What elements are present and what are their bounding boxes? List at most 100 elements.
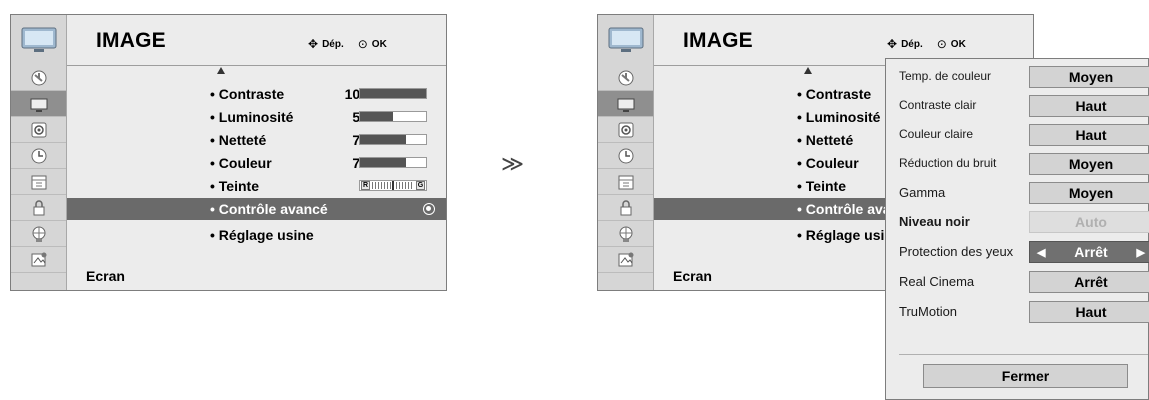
menu-item-sharpness[interactable]: • Netteté 70 [67, 129, 446, 151]
item-label: • Contrôle avancé [210, 201, 328, 217]
sidebar-item-satellite[interactable] [11, 65, 66, 91]
sidebar-item-audio[interactable] [598, 117, 653, 143]
menu-item-color[interactable]: • Couleur 70 [67, 152, 446, 174]
item-label: • Réglage usine [210, 227, 314, 243]
level-fill [360, 135, 407, 144]
tint-slider: R G [359, 180, 427, 191]
close-button[interactable]: Fermer [923, 364, 1128, 388]
item-label: • Réglage usir [797, 227, 890, 243]
setting-eye-care[interactable]: Protection des yeux ◀ Arrêt ▶ [886, 236, 1149, 266]
sidebar-item-lock[interactable] [598, 195, 653, 221]
item-label: • Netteté [210, 132, 267, 148]
arrow-left-icon[interactable]: ◀ [1037, 246, 1045, 259]
menu-item-tint[interactable]: • Teinte 0 R G [67, 175, 446, 197]
globe-icon [619, 226, 632, 242]
menu-item-brightness[interactable]: • Luminosité 50 [67, 106, 446, 128]
tv-icon [30, 98, 47, 112]
menu-item-contrast[interactable]: • Contraste 100 [67, 83, 446, 105]
setting-value[interactable]: Arrêt [1029, 271, 1149, 293]
arrow-right-icon[interactable]: ▶ [1137, 246, 1145, 259]
item-label: • Teinte [210, 178, 259, 194]
setting-trumotion[interactable]: TruMotion Haut [886, 296, 1149, 326]
item-label: • Contraste [210, 86, 285, 102]
tint-center-marker [392, 181, 394, 190]
setting-dynamic-contrast[interactable]: Contraste clair Haut [886, 90, 1149, 120]
setting-value: Auto [1029, 211, 1149, 233]
title-divider [67, 65, 446, 66]
menu-title: IMAGE [96, 29, 166, 52]
color-level-bar [359, 157, 427, 168]
satellite-icon [31, 70, 46, 85]
sidebar-item-media[interactable] [598, 247, 653, 273]
sidebar-item-option[interactable] [598, 221, 653, 247]
sidebar-item-lock[interactable] [11, 195, 66, 221]
setting-value[interactable]: Moyen [1029, 153, 1149, 175]
level-fill [360, 89, 426, 98]
menu-item-factory-reset[interactable]: • Réglage usine [67, 224, 446, 246]
setting-dynamic-color[interactable]: Couleur claire Haut [886, 119, 1149, 149]
setting-value[interactable]: Moyen [1029, 66, 1149, 88]
setting-label: TruMotion [899, 304, 958, 319]
setting-real-cinema[interactable]: Real Cinema Arrêt [886, 266, 1149, 296]
setting-label: Contraste clair [899, 98, 977, 112]
setting-color-temperature[interactable]: Temp. de couleur Moyen [886, 61, 1149, 91]
sidebar-item-satellite[interactable] [598, 65, 653, 91]
selected-radio-icon [423, 203, 435, 215]
speaker-icon [618, 122, 633, 137]
globe-icon [32, 226, 45, 242]
setting-label: Protection des yeux [899, 244, 1014, 259]
level-fill [360, 158, 407, 167]
sidebar-item-audio[interactable] [11, 117, 66, 143]
sidebar-item-schedule[interactable] [598, 169, 653, 195]
sidebar-item-media[interactable] [11, 247, 66, 273]
ok-button-icon: ⊙ [357, 37, 368, 51]
sidebar-item-time[interactable] [598, 143, 653, 169]
sidebar-item-schedule[interactable] [11, 169, 66, 195]
setting-value[interactable]: Haut [1029, 124, 1149, 146]
item-label: • Luminosité [210, 109, 294, 125]
scroll-up-icon[interactable] [217, 67, 225, 74]
item-label: • Contraste [797, 86, 872, 102]
menu-footer: Ecran [673, 268, 712, 284]
item-label: • Contrôle ava [797, 201, 891, 217]
setting-label: Temp. de couleur [899, 69, 992, 83]
scroll-up-icon[interactable] [804, 67, 812, 74]
setting-value[interactable]: Haut [1029, 95, 1149, 117]
setting-value[interactable]: Haut [1029, 301, 1149, 323]
advanced-control-popup: Temp. de couleur Moyen Contraste clair H… [885, 58, 1149, 400]
menu-help: ✥ Dép. ⊙ OK [887, 37, 966, 51]
setting-black-level[interactable]: Niveau noir Auto [886, 206, 1149, 236]
sidebar-item-option[interactable] [11, 221, 66, 247]
setting-gamma[interactable]: Gamma Moyen [886, 177, 1149, 207]
setting-value[interactable]: Moyen [1029, 182, 1149, 204]
menu-item-advanced-control[interactable]: • Contrôle avancé [67, 198, 446, 220]
settings-icon [31, 252, 46, 266]
tint-green-label: G [416, 181, 425, 190]
menu-help: ✥ Dép. ⊙ OK [308, 37, 387, 51]
item-label: • Couleur [210, 155, 272, 171]
sidebar-item-picture[interactable] [11, 91, 66, 117]
clock-icon [31, 148, 46, 163]
brightness-level-bar [359, 111, 427, 122]
help-move-label: Dép. [901, 38, 923, 50]
item-label: • Couleur [797, 155, 859, 171]
lock-icon [620, 199, 631, 215]
settings-icon [618, 252, 633, 266]
ok-button-icon: ⊙ [936, 37, 947, 51]
item-label: • Luminosité [797, 109, 881, 125]
help-ok-label: OK [371, 38, 387, 50]
picture-menu-panel: IMAGE ✥ Dép. ⊙ OK • Contraste 100 • Lumi… [10, 14, 447, 291]
menu-footer: Ecran [86, 268, 125, 284]
menu-sidebar [598, 15, 654, 290]
calendar-icon [31, 175, 46, 189]
contrast-level-bar [359, 88, 427, 99]
setting-noise-reduction[interactable]: Réduction du bruit Moyen [886, 148, 1149, 178]
sidebar-item-picture[interactable] [598, 91, 653, 117]
sidebar-item-time[interactable] [11, 143, 66, 169]
sharpness-level-bar [359, 134, 427, 145]
satellite-icon [618, 70, 633, 85]
setting-value-selector[interactable]: ◀ Arrêt ▶ [1029, 241, 1149, 263]
level-fill [360, 112, 393, 121]
help-ok-label: OK [950, 38, 966, 50]
clock-icon [618, 148, 633, 163]
